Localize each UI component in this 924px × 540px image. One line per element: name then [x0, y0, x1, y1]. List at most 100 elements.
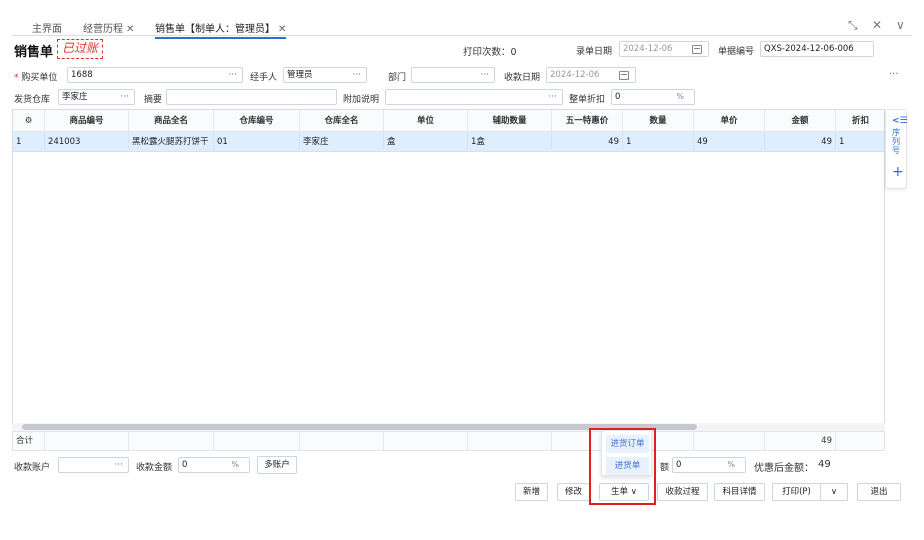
- dept-label: 部门: [388, 73, 407, 83]
- column-header[interactable]: 金额: [765, 110, 836, 132]
- table-row[interactable]: 1 241003 黑松露火腿苏打饼干 01 李家庄 盒 1盒 49 1 49 4…: [13, 132, 884, 152]
- cell-discount[interactable]: 1: [836, 132, 884, 152]
- chevron-down-icon[interactable]: ∨: [896, 18, 905, 32]
- print-options-button[interactable]: ∨: [820, 483, 848, 501]
- collect-process-button[interactable]: 收款过程: [657, 483, 708, 501]
- more-icon[interactable]: ···: [480, 68, 489, 82]
- discount-value: 0: [615, 92, 621, 102]
- more-icon[interactable]: ···: [548, 90, 557, 104]
- cell-warehouse-name[interactable]: 李家庄: [300, 132, 384, 152]
- extra-note-label: 附加说明: [343, 95, 380, 105]
- restore-icon[interactable]: ⤡: [848, 18, 858, 33]
- more-icon[interactable]: ···: [228, 68, 237, 82]
- sum-cell: [694, 432, 765, 450]
- doc-no-value: QXS-2024-12-06-006: [764, 44, 854, 54]
- buyer-value: 1688: [71, 70, 93, 80]
- collect-date-label: 收款日期: [504, 73, 541, 83]
- collapse-icon[interactable]: <☰: [892, 116, 908, 126]
- edit-button[interactable]: 修改: [557, 483, 590, 501]
- entry-date-label: 录单日期: [576, 47, 613, 57]
- print-count: 打印次数：0: [463, 47, 517, 58]
- tab-label: 经营历程: [83, 24, 123, 35]
- percent-unit: %: [676, 92, 684, 101]
- column-header[interactable]: 五一特惠价: [552, 110, 623, 132]
- new-button[interactable]: 新增: [515, 483, 548, 501]
- calendar-icon[interactable]: [692, 45, 702, 54]
- dept-field[interactable]: ···: [411, 67, 495, 83]
- column-header[interactable]: 单价: [694, 110, 765, 132]
- handler-field[interactable]: 管理员 ···: [283, 67, 367, 83]
- close-window-icon[interactable]: ✕: [872, 18, 882, 32]
- more-icon[interactable]: ···: [352, 68, 361, 82]
- sum-amount: 49: [765, 432, 836, 450]
- percent-unit: %: [727, 460, 735, 469]
- subject-detail-button[interactable]: 科目详情: [714, 483, 765, 501]
- more-options-icon[interactable]: ···: [889, 69, 899, 80]
- tab-label: 主界面: [32, 24, 62, 35]
- discount-label: 整单折扣: [569, 95, 606, 105]
- add-icon[interactable]: +: [892, 164, 904, 180]
- horizontal-scrollbar[interactable]: [12, 423, 885, 431]
- close-icon[interactable]: ✕: [126, 24, 134, 35]
- collect-amount-field[interactable]: 0%: [178, 457, 250, 473]
- account-field[interactable]: ···: [58, 457, 129, 473]
- cell-amount[interactable]: 49: [765, 132, 836, 152]
- handler-value: 管理员: [287, 70, 313, 80]
- calendar-icon[interactable]: [619, 71, 629, 80]
- cell-code[interactable]: 241003: [45, 132, 129, 152]
- warehouse-field[interactable]: 李家庄 ···: [58, 89, 135, 105]
- doc-no-field[interactable]: QXS-2024-12-06-006: [760, 41, 874, 57]
- buyer-label: * 购买单位: [14, 73, 58, 83]
- tab-business-history[interactable]: 经营历程 ✕: [83, 20, 134, 35]
- cell-promo-price[interactable]: 49: [552, 132, 623, 152]
- exit-button[interactable]: 退出: [857, 483, 901, 501]
- tab-label: 销售单【制单人：管理员】: [155, 24, 275, 35]
- account-label: 收款账户: [14, 463, 51, 473]
- column-header[interactable]: 仓库编号: [214, 110, 300, 132]
- sum-cell: [129, 432, 214, 450]
- sum-cell: [300, 432, 384, 450]
- column-header[interactable]: 数量: [623, 110, 694, 132]
- column-header[interactable]: 单位: [384, 110, 468, 132]
- column-header[interactable]: 仓库全名: [300, 110, 384, 132]
- close-icon[interactable]: ✕: [278, 24, 286, 35]
- extra-note-field[interactable]: ···: [385, 89, 563, 105]
- settings-icon[interactable]: ⚙: [13, 110, 45, 132]
- cell-aux-qty[interactable]: 1盒: [468, 132, 552, 152]
- discount-field[interactable]: 0%: [611, 89, 695, 105]
- cell-warehouse-code[interactable]: 01: [214, 132, 300, 152]
- column-header[interactable]: 辅助数量: [468, 110, 552, 132]
- percent-unit: %: [231, 460, 239, 469]
- cell-qty[interactable]: 1: [623, 132, 694, 152]
- after-discount-value: 49: [818, 459, 831, 470]
- summary-label: 摘要: [144, 95, 163, 105]
- warehouse-value: 李家庄: [62, 92, 88, 102]
- partial-amount-value: 0: [676, 460, 682, 470]
- cell-price[interactable]: 49: [694, 132, 765, 152]
- print-button[interactable]: 打印(P): [772, 483, 821, 501]
- partial-amount-field[interactable]: 0%: [672, 457, 746, 473]
- page-title: 销售单: [14, 45, 54, 60]
- tab-main[interactable]: 主界面: [32, 20, 62, 35]
- column-header[interactable]: 折扣: [836, 110, 884, 132]
- multi-account-button[interactable]: 多账户: [257, 456, 297, 474]
- sum-cell: [214, 432, 300, 450]
- column-header[interactable]: 商品编号: [45, 110, 129, 132]
- buyer-field[interactable]: 1688 ···: [67, 67, 243, 83]
- more-icon[interactable]: ···: [120, 90, 129, 104]
- tab-sales-order[interactable]: 销售单【制单人：管理员】 ✕: [155, 20, 287, 39]
- summary-field[interactable]: [166, 89, 337, 105]
- entry-date-field[interactable]: 2024-12-06: [619, 41, 709, 57]
- more-icon[interactable]: ···: [114, 458, 123, 472]
- highlight-box: [589, 428, 656, 505]
- entry-date-value: 2024-12-06: [623, 44, 673, 54]
- item-table: ⚙ 商品编号 商品全名 仓库编号 仓库全名 单位 辅助数量 五一特惠价 数量 单…: [12, 109, 885, 431]
- after-discount-label: 优惠后金额：: [754, 463, 814, 474]
- serial-number-panel[interactable]: <☰ 序列号 +: [885, 109, 908, 189]
- collect-date-field[interactable]: 2024-12-06: [546, 67, 636, 83]
- column-header[interactable]: 商品全名: [129, 110, 214, 132]
- cell-unit[interactable]: 盒: [384, 132, 468, 152]
- cell-name[interactable]: 黑松露火腿苏打饼干: [129, 132, 214, 152]
- sum-cell: [384, 432, 468, 450]
- serial-number-label: 序列号: [892, 128, 900, 155]
